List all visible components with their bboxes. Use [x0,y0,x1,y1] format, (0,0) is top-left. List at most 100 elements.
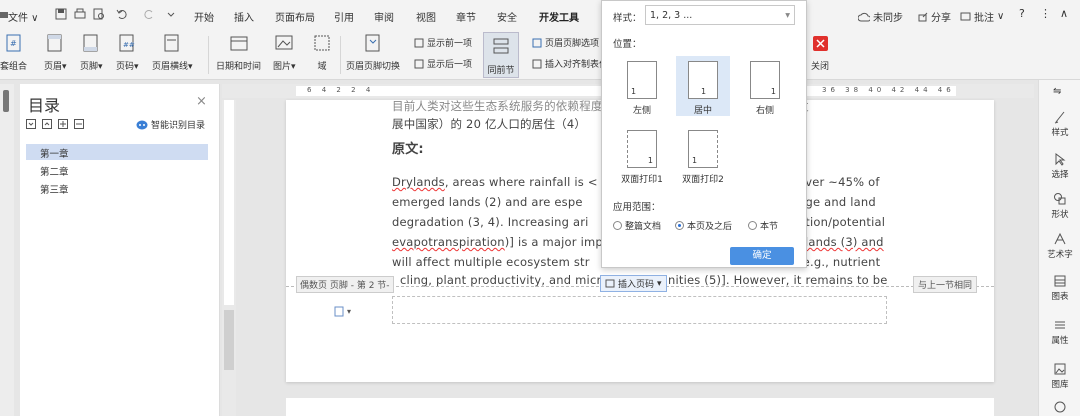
navigation-pane: 目录 × 智能识别目录 第一章 第二章 第三章 [20,84,220,416]
nav-item-chapter-3[interactable]: 第三章 [40,182,69,196]
nav-item-chapter-2[interactable]: 第二章 [40,164,69,178]
shapes-label: 形状 [1051,210,1069,220]
date-time-button[interactable]: 日期和时间 [216,33,261,72]
collapse-ribbon-icon[interactable]: ∧ [1060,7,1068,20]
add-heading-icon[interactable] [58,119,68,129]
show-next-label: 显示后一项 [427,60,473,70]
position-left-option[interactable]: 1 左侧 [615,56,669,116]
menu-start[interactable]: 开始 [194,9,214,24]
chart-label: 图表 [1051,292,1069,302]
customize-icon[interactable] [165,8,177,20]
nav-close-icon[interactable]: × [196,94,207,109]
close-header-footer-button[interactable]: 关闭 [810,33,830,72]
menu-references[interactable]: 引用 [334,9,354,24]
apply-this-section-radio[interactable]: 本节 [748,219,778,232]
radio-icon [748,221,757,230]
nav-item-chapter-1[interactable]: 第一章 [40,146,69,160]
insert-page-number-button[interactable]: 插入页码 ▾ [600,275,667,292]
print-icon[interactable] [74,8,86,20]
doc-text-line: degradation (3, 4). Increasing ari [392,215,589,229]
wordart-label: 艺术字 [1047,250,1073,260]
footer-button[interactable]: 页脚▾ [80,33,103,72]
undo-icon[interactable] [116,8,128,20]
vruler-footer-area [224,310,234,370]
panel-wordart[interactable]: 艺术字 [1039,232,1080,260]
panel-select[interactable]: 选择 [1039,152,1080,180]
same-as-prev-icon [492,37,510,55]
show-prev-button[interactable]: 显示前一项 [414,36,472,49]
share-label: 分享 [931,13,951,24]
show-prev-label: 显示前一项 [427,39,473,49]
position-duplex2-option[interactable]: 1 双面打印2 [676,125,730,185]
doc-text-line: ylands (3) and [798,235,884,249]
header-button[interactable]: 页眉▾ [44,33,67,72]
confirm-button[interactable]: 确定 [730,247,794,265]
vruler-text-area [224,100,234,305]
panel-toggle-icon[interactable]: ⇋ [1053,86,1061,97]
panel-styles[interactable]: 样式 [1039,110,1080,138]
remove-heading-icon[interactable] [74,119,84,129]
style-select[interactable]: 1, 2, 3 ... ▾ [645,5,795,25]
ribbon-toolbar: # 套组合 页眉▾ 页脚▾ ## 页码▾ 页眉横线▾ 日期和时间 图片▾ 域 页… [0,30,1080,80]
wordart-icon [1053,232,1067,246]
panel-shapes[interactable]: 形状 [1039,192,1080,220]
header-footer-switch-button[interactable]: 页眉页脚切换 [346,33,400,72]
panel-more[interactable] [1039,400,1080,414]
collapse-all-icon[interactable] [26,119,36,129]
comment-button[interactable]: 批注 ∨ [960,9,1004,24]
page-number-label: 页码▾ [116,62,139,72]
field-button[interactable]: 域 [312,33,332,72]
panel-chart[interactable]: 图表 [1039,274,1080,302]
panel-gallery[interactable]: 图库 [1039,362,1080,390]
same-as-prev-label: 同前节 [487,66,515,76]
close-icon [810,33,830,53]
header-line-button[interactable]: 页眉横线▾ [152,33,193,72]
save-icon[interactable] [55,8,67,20]
footer-edit-area[interactable] [392,296,887,324]
footer-section-tag: 偶数页 页脚 - 第 2 节- [296,276,394,293]
strip-handle[interactable] [3,90,9,112]
vertical-ruler[interactable] [222,100,236,416]
menu-view[interactable]: 视图 [416,9,436,24]
position-center-option[interactable]: 1 居中 [676,56,730,116]
menu-security[interactable]: 安全 [497,9,517,24]
page-number-button[interactable]: ## 页码▾ [116,33,139,72]
redo-icon[interactable] [143,8,155,20]
apply-this-page-after-radio[interactable]: 本页及之后 [675,219,732,232]
file-menu[interactable]: 文件 ∨ [8,9,39,24]
menu-insert[interactable]: 插入 [234,9,254,24]
more-icon[interactable]: ⋮ [1040,7,1051,20]
next-document-page[interactable] [286,398,994,416]
nav-tools [26,119,84,129]
footer-label: 页脚▾ [80,62,103,72]
picture-button[interactable]: 图片▾ [273,33,296,72]
left-collapse-strip [0,84,14,416]
smart-toc-button[interactable]: 智能识别目录 [136,118,205,131]
position-label: 位置： [613,39,642,50]
print-preview-icon[interactable] [93,8,105,20]
header-footer-options-button[interactable]: 页眉页脚选项 [532,36,599,49]
menu-review[interactable]: 审阅 [374,9,394,24]
insert-tab-stop-button[interactable]: 插入对齐制表位 [532,57,608,70]
same-as-prev-button[interactable]: 同前节 [483,32,519,78]
header-footer-combo-button[interactable]: # 套组合 [0,33,27,72]
ruler-marks-left: 6 4 2 2 4 [307,86,375,94]
footer-options-icon[interactable]: ▾ [334,306,351,317]
help-button[interactable]: ? [1019,7,1025,20]
comment-label: 批注 [974,13,994,24]
radio-icon [613,221,622,230]
menu-page-layout[interactable]: 页面布局 [275,9,315,24]
apply-whole-doc-radio[interactable]: 整篇文档 [613,219,661,232]
position-right-option[interactable]: 1 右侧 [738,56,792,116]
expand-all-icon[interactable] [42,119,52,129]
position-right-label: 右侧 [755,106,774,116]
show-next-button[interactable]: 显示后一项 [414,57,472,70]
share-button[interactable]: 分享 [918,9,951,24]
position-duplex1-option[interactable]: 1 双面打印1 [615,125,669,185]
panel-properties[interactable]: 属性 [1039,318,1080,346]
menu-developer[interactable]: 开发工具 [539,9,579,24]
share-icon [918,12,928,22]
sync-status[interactable]: 未同步 [858,9,903,24]
sync-label: 未同步 [873,13,903,24]
menu-chapter[interactable]: 章节 [456,9,476,24]
